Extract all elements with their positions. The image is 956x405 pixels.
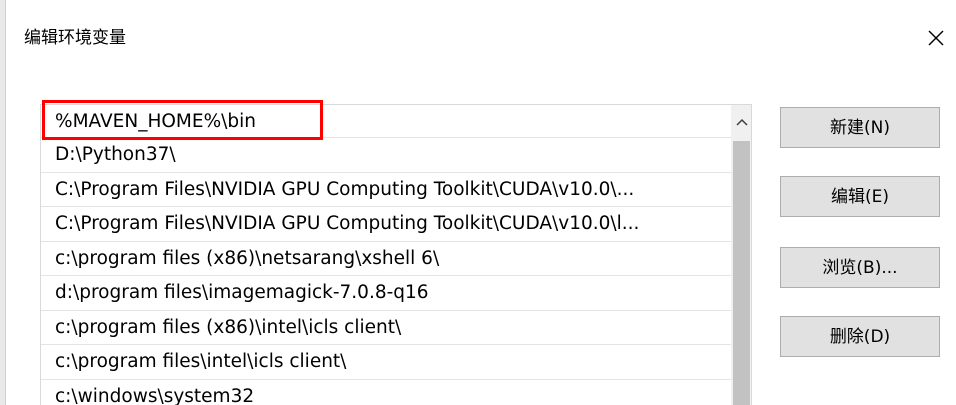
list-item-text: c:\program files\intel\icls client\ <box>55 351 347 372</box>
list-item[interactable]: C:\Program Files\NVIDIA GPU Computing To… <box>41 173 731 207</box>
list-item-text: c:\program files (x86)\intel\icls client… <box>55 316 402 338</box>
edit-env-variable-dialog: 编辑环境变量 %MAVEN_HOME%\bin D:\Python37\ C:\… <box>0 0 956 405</box>
list-item[interactable]: %MAVEN_HOME%\bin <box>41 105 731 138</box>
list-item[interactable]: c:\windows\system32 <box>41 380 731 405</box>
list-item-text: c:\windows\system32 <box>55 385 255 405</box>
list-item-text: D:\Python37\ <box>55 144 176 165</box>
chevron-up-icon <box>735 118 748 126</box>
list-item[interactable]: C:\Program Files\NVIDIA GPU Computing To… <box>41 207 731 242</box>
dialog-title: 编辑环境变量 <box>24 28 126 48</box>
path-list: %MAVEN_HOME%\bin D:\Python37\ C:\Program… <box>41 105 731 405</box>
list-item-text: C:\Program Files\NVIDIA GPU Computing To… <box>55 178 635 200</box>
close-icon <box>928 30 944 46</box>
list-item[interactable]: d:\program files\imagemagick-7.0.8-q16 <box>41 276 731 311</box>
browse-button[interactable]: 浏览(B)... <box>780 247 940 288</box>
edit-button[interactable]: 编辑(E) <box>780 176 940 217</box>
path-listbox[interactable]: %MAVEN_HOME%\bin D:\Python37\ C:\Program… <box>40 104 752 405</box>
title-bar: 编辑环境变量 <box>6 0 956 78</box>
new-button[interactable]: 新建(N) <box>780 107 940 148</box>
list-item[interactable]: c:\program files (x86)\intel\icls client… <box>41 311 731 345</box>
list-item-text: c:\program files (x86)\netsarang\xshell … <box>55 247 440 269</box>
delete-button[interactable]: 删除(D) <box>780 316 940 357</box>
list-item[interactable]: c:\program files\intel\icls client\ <box>41 345 731 380</box>
scrollbar-thumb[interactable] <box>733 141 750 405</box>
scroll-up-button[interactable] <box>731 105 751 138</box>
vertical-scrollbar[interactable] <box>731 105 751 405</box>
list-item[interactable]: D:\Python37\ <box>41 138 731 173</box>
list-item-text: d:\program files\imagemagick-7.0.8-q16 <box>55 282 429 303</box>
list-item[interactable]: c:\program files (x86)\netsarang\xshell … <box>41 242 731 276</box>
list-item-text: C:\Program Files\NVIDIA GPU Computing To… <box>55 213 640 234</box>
close-button[interactable] <box>920 22 952 54</box>
list-item-text: %MAVEN_HOME%\bin <box>55 111 256 132</box>
